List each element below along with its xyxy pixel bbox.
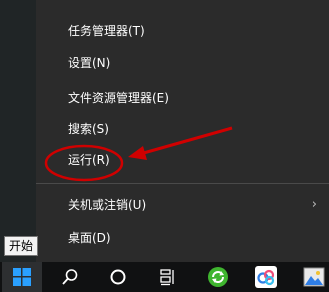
- menu-item-file-explorer[interactable]: 文件资源管理器(E): [36, 82, 329, 112]
- menu-item-search[interactable]: 搜索(S): [36, 113, 329, 143]
- desktop-background: [0, 0, 36, 262]
- chevron-right-icon: ›: [311, 196, 317, 212]
- start-button[interactable]: [2, 262, 42, 292]
- start-tooltip: 开始: [4, 236, 39, 256]
- taskbar: [0, 262, 329, 292]
- menu-item-label: 桌面(D): [68, 230, 111, 245]
- taskbar-app-cloud[interactable]: [246, 262, 286, 292]
- menu-item-label: 搜索(S): [68, 121, 109, 136]
- menu-item-label: 任务管理器(T): [68, 23, 145, 38]
- search-icon: [62, 269, 78, 285]
- image-app-icon: [303, 267, 325, 287]
- cortana-circle-icon: [110, 269, 126, 285]
- menu-item-settings[interactable]: 设置(N): [36, 47, 329, 77]
- taskbar-app-image[interactable]: [294, 262, 329, 292]
- task-view-button[interactable]: [148, 262, 188, 292]
- blue-cloud-app-icon: [255, 266, 277, 288]
- windows-logo-icon: [13, 268, 31, 286]
- menu-item-label: 文件资源管理器(E): [68, 90, 169, 105]
- menu-item-label: 设置(N): [68, 55, 111, 70]
- tooltip-text: 开始: [9, 239, 34, 253]
- green-refresh-app-icon: [208, 267, 228, 287]
- menu-item-label: 运行(R): [68, 152, 110, 167]
- start-context-menu: 任务管理器(T) 设置(N) 文件资源管理器(E) 搜索(S) 运行(R) 关机…: [36, 0, 329, 262]
- menu-item-shutdown[interactable]: 关机或注销(U) ›: [36, 189, 329, 219]
- menu-item-run[interactable]: 运行(R): [36, 144, 329, 174]
- search-button[interactable]: [50, 262, 90, 292]
- menu-item-task-manager[interactable]: 任务管理器(T): [36, 15, 329, 45]
- task-view-icon: [160, 269, 174, 286]
- menu-separator: [36, 183, 329, 184]
- taskbar-app-green[interactable]: [198, 262, 238, 292]
- cortana-button[interactable]: [98, 262, 138, 292]
- menu-item-label: 关机或注销(U): [68, 197, 147, 212]
- menu-item-desktop[interactable]: 桌面(D): [36, 222, 329, 252]
